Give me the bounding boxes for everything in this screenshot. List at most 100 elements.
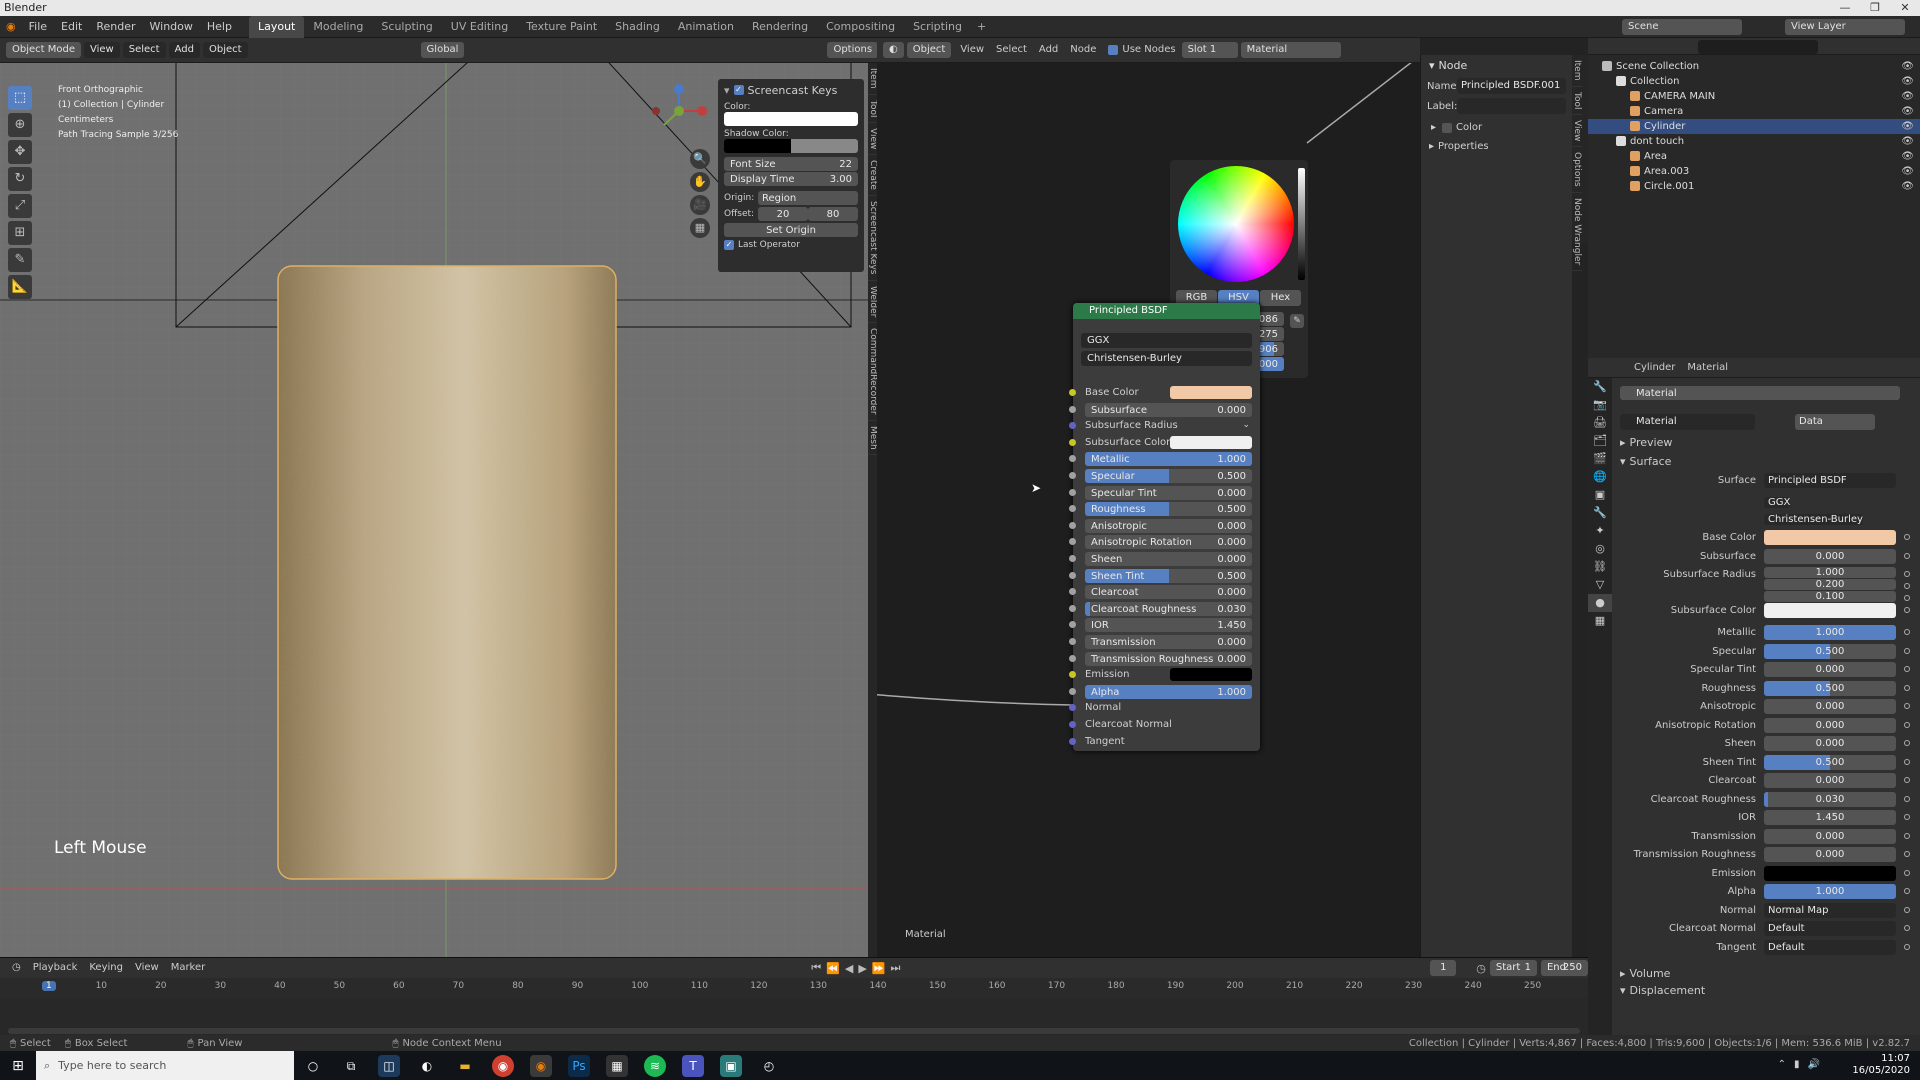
visibility-eye-icon[interactable]: 👁 <box>1901 119 1914 134</box>
timeline-menu-keying[interactable]: Keying <box>83 960 129 976</box>
app-icon-4[interactable]: ◴ <box>758 1055 780 1077</box>
texture-props-icon[interactable]: ▦ <box>1588 612 1612 630</box>
surface-panel[interactable]: Surface <box>1630 455 1672 468</box>
node-tab-item[interactable]: Item <box>1572 55 1582 87</box>
input-socket[interactable] <box>1069 571 1076 579</box>
node-input-roughness[interactable]: Roughness 0.500 <box>1085 501 1252 517</box>
displacement-panel[interactable]: Displacement <box>1630 984 1706 997</box>
measure-tool-icon[interactable]: 📐 <box>8 275 32 299</box>
node-input-subsurface-color[interactable]: Subsurface Color <box>1085 435 1252 450</box>
prop-value-field[interactable]: 1.000 <box>1764 567 1896 578</box>
visibility-eye-icon[interactable]: 👁 <box>1901 59 1914 74</box>
prop-link-field[interactable]: Default <box>1764 921 1896 936</box>
scene-props-icon[interactable]: 🎬 <box>1588 450 1612 468</box>
node-input-transmission-roughness[interactable]: Transmission Roughness 0.000 <box>1085 651 1252 666</box>
transform-tool-icon[interactable]: ⊞ <box>8 221 32 245</box>
use-nodes-toggle[interactable]: Use Nodes <box>1102 42 1181 58</box>
material-props-icon[interactable]: ● <box>1588 594 1612 612</box>
outliner-item[interactable]: Camera 👁 <box>1588 104 1920 119</box>
prop-color-swatch[interactable] <box>1764 865 1896 881</box>
outliner-item[interactable]: Cylinder 👁 <box>1588 119 1920 134</box>
physics-props-icon[interactable]: ◎ <box>1588 540 1612 558</box>
prop-link-field[interactable]: Normal Map <box>1764 902 1896 918</box>
keyframe-dot-icon[interactable] <box>1904 571 1910 577</box>
screencast-color-swatch[interactable] <box>724 112 858 126</box>
workspace-tab-uv-editing[interactable]: UV Editing <box>442 16 517 38</box>
node-input-subsurface[interactable]: Subsurface 0.000 <box>1085 402 1252 417</box>
keyframe-dot-icon[interactable] <box>1904 721 1910 728</box>
prop-value-field[interactable]: 0.030 <box>1764 791 1896 807</box>
input-socket[interactable] <box>1069 687 1076 695</box>
prev-keyframe-icon[interactable]: ⏪ <box>826 962 840 975</box>
keyframe-dot-icon[interactable] <box>1904 888 1910 894</box>
node-tab-options[interactable]: Options <box>1572 147 1582 194</box>
outliner-item[interactable]: Area.003 👁 <box>1588 164 1920 179</box>
keyframe-dot-icon[interactable] <box>1904 595 1910 601</box>
input-socket[interactable] <box>1069 638 1076 645</box>
object-props-icon[interactable]: ▣ <box>1588 486 1612 504</box>
visibility-eye-icon[interactable]: 👁 <box>1901 179 1914 194</box>
workspace-tab-scripting[interactable]: Scripting <box>904 16 971 38</box>
keyframe-dot-icon[interactable] <box>1904 869 1910 876</box>
workspace-tab-modeling[interactable]: Modeling <box>304 16 372 38</box>
input-socket[interactable] <box>1069 588 1076 596</box>
viewport-menu-view[interactable]: View <box>84 42 120 58</box>
node-input-clearcoat-roughness[interactable]: Clearcoat Roughness 0.030 <box>1085 601 1252 616</box>
node-tab-node-wrangler[interactable]: Node Wrangler <box>1572 193 1582 272</box>
output-props-icon[interactable]: 🖨 <box>1588 414 1612 432</box>
preview-range-icon[interactable]: ◷ <box>1476 962 1486 975</box>
workspace-tab-compositing[interactable]: Compositing <box>817 16 904 38</box>
input-socket[interactable] <box>1069 505 1076 513</box>
offset-y-field[interactable]: 80 <box>808 207 858 221</box>
blender-logo-icon[interactable]: ◉ <box>0 20 22 33</box>
keyframe-dot-icon[interactable] <box>1904 629 1910 635</box>
rotate-tool-icon[interactable]: ↻ <box>8 167 32 191</box>
node-input-subsurface-radius[interactable]: Subsurface Radius ⌄ <box>1085 418 1252 433</box>
menu-help[interactable]: Help <box>200 16 239 38</box>
network-icon[interactable]: ▮ <box>1794 1059 1800 1070</box>
task-view-icon[interactable]: ⧉ <box>340 1055 362 1077</box>
prop-value-field[interactable]: 1.000 <box>1764 625 1896 640</box>
material-selector[interactable]: Material <box>1240 42 1341 58</box>
timeline-menu-marker[interactable]: Marker <box>165 960 212 976</box>
blender-taskbar-icon[interactable]: ◉ <box>530 1054 552 1077</box>
input-socket[interactable] <box>1069 405 1076 413</box>
tray-chevron-icon[interactable]: ⌃ <box>1778 1059 1786 1070</box>
prop-value-field[interactable]: 0.100 <box>1764 591 1896 602</box>
particle-props-icon[interactable]: ✦ <box>1588 522 1612 540</box>
navigation-gizmo[interactable] <box>652 81 712 141</box>
calculator-icon[interactable]: ▦ <box>606 1054 628 1077</box>
prop-link-field[interactable]: Default <box>1764 939 1896 955</box>
workspace-tab-rendering[interactable]: Rendering <box>743 16 817 38</box>
keyframe-dot-icon[interactable] <box>1904 534 1910 540</box>
node-menu-view[interactable]: View <box>954 42 990 58</box>
keyframe-dot-icon[interactable] <box>1904 832 1910 839</box>
node-menu-select[interactable]: Select <box>990 42 1033 58</box>
teams-icon[interactable]: T <box>682 1054 704 1077</box>
last-operator-checkbox[interactable]: ✓ <box>724 240 734 250</box>
visibility-eye-icon[interactable]: 👁 <box>1901 89 1914 104</box>
keyframe-dot-icon[interactable] <box>1904 703 1910 709</box>
eyedropper-icon[interactable]: ✎ <box>1290 314 1304 328</box>
cursor-tool-icon[interactable]: ⊕ <box>8 113 32 137</box>
color-swatch[interactable] <box>1170 435 1252 449</box>
keyframe-dot-icon[interactable] <box>1904 925 1910 931</box>
input-socket[interactable] <box>1069 737 1076 745</box>
prop-color-swatch[interactable] <box>1764 530 1896 545</box>
current-frame-field[interactable]: 1 <box>1430 960 1457 976</box>
node-input-normal[interactable]: Normal <box>1085 700 1252 715</box>
props-subsurface-method-dropdown[interactable]: Christensen-Burley <box>1764 514 1863 525</box>
view-layer-icon[interactable]: 🗂 <box>1588 432 1612 450</box>
prop-value-field[interactable]: 0.000 <box>1764 548 1896 564</box>
node-input-clearcoat[interactable]: Clearcoat 0.000 <box>1085 584 1252 600</box>
node-input-ior[interactable]: IOR 1.450 <box>1085 617 1252 633</box>
options-dropdown[interactable]: Options <box>827 42 879 58</box>
input-socket[interactable] <box>1069 488 1076 496</box>
input-socket[interactable] <box>1069 621 1076 629</box>
visibility-eye-icon[interactable]: 👁 <box>1901 164 1914 179</box>
keyframe-dot-icon[interactable] <box>1904 552 1910 559</box>
node-name-field[interactable]: Principled BSDF.001 <box>1457 78 1566 94</box>
node-input-emission[interactable]: Emission <box>1085 667 1252 682</box>
distribution-dropdown[interactable]: GGX <box>1081 333 1252 348</box>
workspace-tab-shading[interactable]: Shading <box>606 16 669 38</box>
